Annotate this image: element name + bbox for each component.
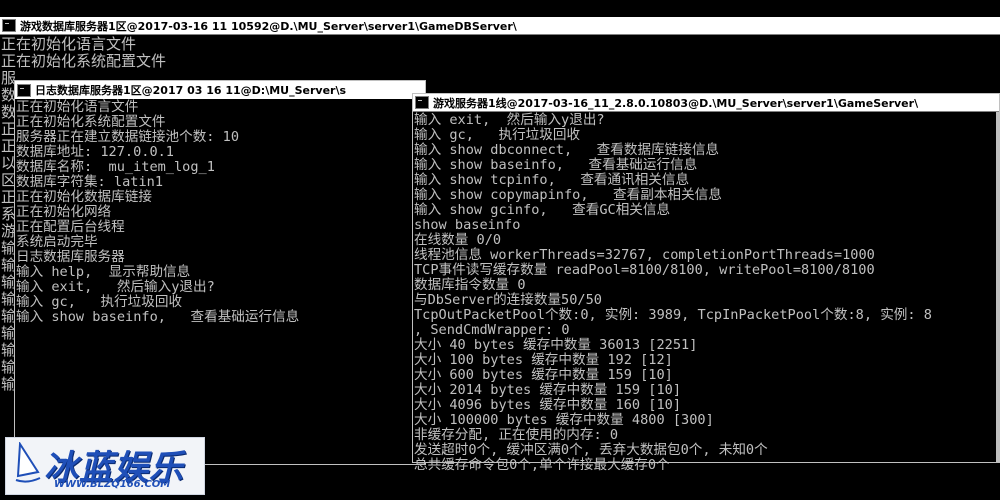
console-line: TcpOutPacketPool个数:0, 实例: 3989, TcpInPac… <box>414 307 932 323</box>
console-line: 在线数量 0/0 <box>414 232 502 248</box>
console-line: 正在初始化数据库链接 <box>16 189 152 205</box>
console-line: 正在初始化系统配置文件 <box>1 52 167 70</box>
console-line: 总共缓存命令包0个,单个许接最大缓存0个 <box>414 457 670 473</box>
console-line: 正在配置后台线程 <box>16 219 125 235</box>
console-line: , SendCmdWrapper: 0 <box>414 322 570 338</box>
game-titlebar[interactable]: 游戏服务器1线@2017-03-16_11_2.8.0.10803@D.\MU_… <box>413 94 999 112</box>
console-line: show baseinfo <box>414 217 521 233</box>
console-icon <box>415 96 429 109</box>
console-line: 数据库名称: mu_item_log_1 <box>16 159 215 175</box>
console-line: 大小 100 bytes 缓存中数量 192 [12] <box>414 352 673 368</box>
console-line: 大小 100000 bytes 缓存中数量 4800 [300] <box>414 412 714 428</box>
console-line: 大小 2014 bytes 缓存中数量 159 [10] <box>414 382 682 398</box>
console-line: 正在初始化系统配置文件 <box>16 114 166 130</box>
logdb-console-output: 正在初始化语言文件 正在初始化系统配置文件 服务器正在建立数据链接池个数: 10 数据… <box>15 99 425 325</box>
logdb-server-window[interactable]: 日志数据库服务器1区@2017 03 16 11@D:\MU_Server\s … <box>14 80 426 465</box>
console-line: 正在初始化语言文件 <box>1 35 137 53</box>
console-icon <box>17 83 31 97</box>
console-line: 输入 show dbconnect, 查看数据库链接信息 <box>414 142 720 158</box>
console-line: 发送超时0个, 缓冲区满0个, 丢弃大数据包0个, 未知0个 <box>414 442 768 458</box>
console-line: 输入 gc, 执行垃圾回收 <box>16 294 183 310</box>
console-line: 数据库字符集: latin1 <box>16 174 164 190</box>
game-console-output: 输入 exit, 然后输入y退出? 输入 gc, 执行垃圾回收 输入 show db… <box>413 112 999 473</box>
console-icon <box>2 19 16 32</box>
game-server-window[interactable]: 游戏服务器1线@2017-03-16_11_2.8.0.10803@D.\MU_… <box>412 93 1000 473</box>
watermark-url: WWW.BLZQ166.COM <box>54 479 171 490</box>
console-line: 线程池信息 workerThreads=32767, completionPor… <box>414 247 875 263</box>
console-line: 输入 show baseinfo, 查看基础运行信息 <box>16 309 300 325</box>
console-line: 输入 show baseinfo, 查看基础运行信息 <box>414 157 698 173</box>
console-line: 输入 exit, 然后输入y退出? <box>414 112 605 128</box>
gamedb-titlebar[interactable]: 游戏数据库服务器1区@2017-03-16 11 10592@D.\MU_Ser… <box>0 17 1000 35</box>
logdb-title: 日志数据库服务器1区@2017 03 16 11@D:\MU_Server\s <box>35 84 347 97</box>
console-line: 大小 40 bytes 缓存中数量 36013 [2251] <box>414 337 698 353</box>
sail-icon <box>15 442 41 483</box>
console-line: 输入 exit, 然后输入y退出? <box>16 279 215 295</box>
window-edge <box>996 112 999 462</box>
console-line: 系统启动完毕 <box>16 234 98 250</box>
console-line: 日志数据库服务器 <box>16 249 125 265</box>
console-line: 输入 help, 显示帮助信息 <box>16 264 191 280</box>
console-line: 与DbServer的连接数量50/50 <box>414 292 602 308</box>
console-line: 输入 show gcinfo, 查看GC相关信息 <box>414 202 671 218</box>
console-line: 输入 show copymapinfo, 查看副本相关信息 <box>414 187 722 203</box>
game-title: 游戏服务器1线@2017-03-16_11_2.8.0.10803@D.\MU_… <box>433 96 919 110</box>
console-line: 大小 600 bytes 缓存中数量 159 [10] <box>414 367 673 383</box>
console-line: 服务器正在建立数据链接池个数: 10 <box>16 129 240 145</box>
console-line: 数据库地址: 127.0.0.1 <box>16 144 174 160</box>
gamedb-server-window-titlebar[interactable]: 游戏数据库服务器1区@2017-03-16 11 10592@D.\MU_Ser… <box>0 17 1000 35</box>
console-line: TCP事件读写缓存数量 readPool=8100/8100, writePoo… <box>414 262 875 278</box>
watermark-logo: 冰蓝娱乐 WWW.BLZQ166.COM <box>5 437 205 495</box>
console-line: 大小 4096 bytes 缓存中数量 160 [10] <box>414 397 682 413</box>
console-line: 非缓存分配, 正在使用的内存: 0 <box>414 427 619 443</box>
console-line: 正在初始化语言文件 <box>16 99 139 115</box>
console-line: 正在初始化网络 <box>16 204 112 220</box>
console-line: 输入 gc, 执行垃圾回收 <box>414 127 581 143</box>
console-line: 数据库指令数量 0 <box>414 277 526 293</box>
gamedb-title: 游戏数据库服务器1区@2017-03-16 11 10592@D.\MU_Ser… <box>20 19 517 33</box>
logdb-titlebar[interactable]: 日志数据库服务器1区@2017 03 16 11@D:\MU_Server\s <box>15 81 425 99</box>
console-line: 输入 show tcpinfo, 查看通讯相关信息 <box>414 172 690 188</box>
